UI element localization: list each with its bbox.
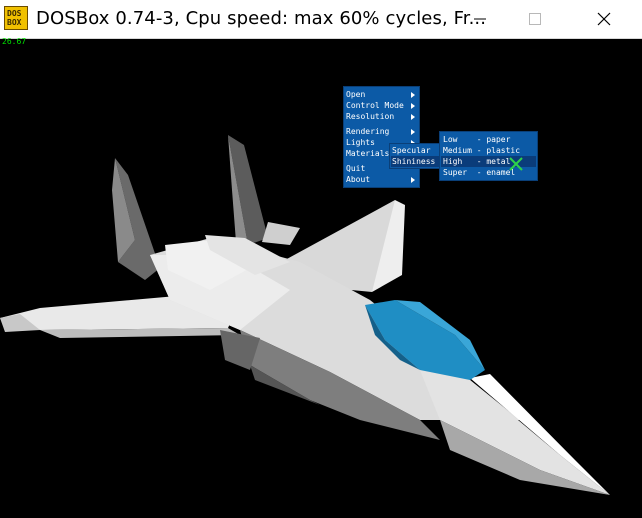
- jet-3d-viewport[interactable]: [0, 39, 642, 518]
- menu-item-about-label: About: [346, 175, 371, 184]
- submenu-arrow-icon: [411, 92, 415, 98]
- menu-item-high-metal-label: High - metal: [443, 157, 511, 166]
- menu-item-shininess[interactable]: Shininess: [391, 156, 439, 167]
- submenu-arrow-icon: [411, 129, 415, 135]
- menu-item-low-paper[interactable]: Low - paper: [443, 134, 535, 145]
- maximize-icon: [529, 13, 541, 25]
- maximize-button[interactable]: [512, 0, 558, 38]
- menu-item-resolution-label: Resolution: [346, 112, 395, 121]
- submenu-arrow-icon: [411, 103, 415, 109]
- title-bar[interactable]: DOS BOX DOSBox 0.74-3, Cpu speed: max 60…: [0, 0, 642, 39]
- menu-item-specular-label: Specular: [392, 146, 431, 155]
- close-icon: [597, 12, 611, 26]
- menu-item-medium-plastic-label: Medium - plastic: [443, 146, 521, 155]
- menu-item-control-mode[interactable]: Control Mode: [346, 100, 418, 111]
- checkmark-cursor-icon: [509, 157, 523, 171]
- materials-submenu: Specular Shininess: [389, 143, 441, 169]
- menu-item-control-mode-label: Control Mode: [346, 101, 404, 110]
- main-menu: Open Control Mode Resolution Rendering L…: [343, 86, 420, 188]
- menu-item-about[interactable]: About: [346, 174, 418, 185]
- menu-item-rendering[interactable]: Rendering: [346, 126, 418, 137]
- menu-item-lights-label: Lights: [346, 138, 375, 147]
- menu-item-super-enamel-label: Super - enamel: [443, 168, 516, 177]
- menu-item-medium-plastic[interactable]: Medium - plastic: [443, 145, 535, 156]
- menu-item-open[interactable]: Open: [346, 89, 418, 100]
- dosbox-app-icon[interactable]: DOS BOX: [4, 6, 28, 30]
- window-title: DOSBox 0.74-3, Cpu speed: max 60% cycles…: [36, 8, 487, 29]
- minimize-button[interactable]: [457, 0, 503, 38]
- submenu-arrow-icon: [411, 114, 415, 120]
- menu-item-specular[interactable]: Specular: [392, 145, 438, 156]
- menu-item-quit-label: Quit: [346, 164, 366, 173]
- menu-item-resolution[interactable]: Resolution: [346, 111, 418, 122]
- f15-jet-model: [0, 135, 610, 495]
- jet-right-stabilizer: [262, 222, 300, 245]
- minimize-icon: [474, 18, 486, 20]
- submenu-arrow-icon: [411, 177, 415, 183]
- app-icon-text-top: DOS: [7, 9, 22, 18]
- menu-item-shininess-label: Shininess: [392, 157, 436, 166]
- menu-item-materials-label: Materials: [346, 149, 390, 158]
- app-icon-text-bottom: BOX: [7, 18, 22, 27]
- menu-item-open-label: Open: [346, 90, 366, 99]
- close-button[interactable]: [581, 0, 627, 38]
- menu-item-rendering-label: Rendering: [346, 127, 390, 136]
- menu-item-low-paper-label: Low - paper: [443, 135, 511, 144]
